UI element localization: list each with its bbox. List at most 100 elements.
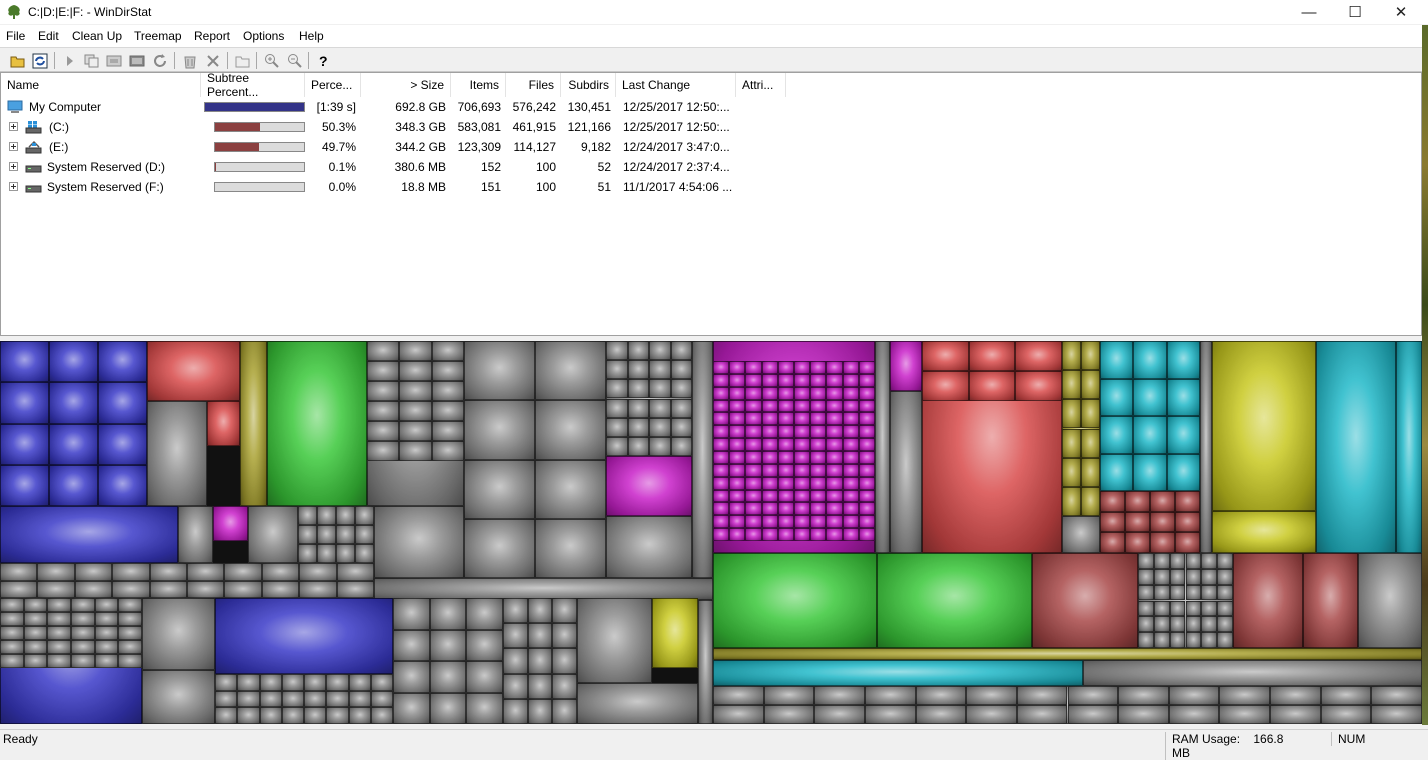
treemap-tile[interactable] bbox=[142, 598, 215, 670]
treemap-tile[interactable] bbox=[1201, 601, 1217, 617]
treemap-tile[interactable] bbox=[298, 544, 317, 563]
treemap-tile[interactable] bbox=[367, 361, 399, 381]
treemap-tile[interactable] bbox=[764, 686, 815, 705]
treemap-tile[interactable] bbox=[336, 544, 355, 563]
treemap-tile[interactable] bbox=[814, 686, 865, 705]
column-header-files[interactable]: Files bbox=[506, 73, 561, 97]
treemap-tile[interactable] bbox=[1217, 601, 1233, 617]
treemap-tile[interactable] bbox=[528, 674, 553, 699]
treemap-tile[interactable] bbox=[713, 400, 729, 413]
treemap-tile[interactable] bbox=[47, 626, 71, 640]
treemap-tile[interactable] bbox=[826, 400, 842, 413]
treemap-tile[interactable] bbox=[399, 341, 431, 361]
treemap-tile[interactable] bbox=[260, 674, 282, 691]
treemap-tile[interactable] bbox=[367, 341, 399, 361]
treemap-tile[interactable] bbox=[762, 438, 778, 451]
treemap-tile[interactable] bbox=[187, 581, 224, 599]
treemap-tile[interactable] bbox=[843, 464, 859, 477]
treemap-tile[interactable] bbox=[535, 460, 606, 519]
tree-row-drive-e[interactable]: (E:) 49.7% 344.2 GB 123,309 114,127 9,18… bbox=[1, 137, 1421, 157]
treemap-tile[interactable] bbox=[71, 612, 95, 626]
treemap-tile[interactable] bbox=[349, 674, 371, 691]
treemap-tile[interactable] bbox=[1212, 511, 1316, 553]
treemap-tile[interactable] bbox=[1217, 569, 1233, 585]
treemap-tile[interactable] bbox=[464, 460, 535, 519]
treemap-tile[interactable] bbox=[1125, 512, 1150, 533]
treemap-tile[interactable] bbox=[729, 477, 745, 490]
directory-list[interactable]: Name Subtree Percent... Perce... > Size … bbox=[0, 72, 1422, 336]
treemap-tile[interactable] bbox=[606, 399, 628, 418]
treemap-tile[interactable] bbox=[713, 528, 729, 541]
treemap-tile[interactable] bbox=[1175, 491, 1200, 512]
treemap-tile[interactable] bbox=[810, 464, 826, 477]
treemap-tile[interactable] bbox=[745, 515, 761, 528]
treemap-tile[interactable] bbox=[1321, 686, 1372, 705]
treemap-tile[interactable] bbox=[349, 707, 371, 724]
treemap-tile[interactable] bbox=[37, 563, 74, 581]
treemap-tile[interactable] bbox=[606, 516, 692, 578]
treemap-tile[interactable] bbox=[49, 465, 98, 506]
treemap-tile[interactable] bbox=[503, 674, 528, 699]
treemap-tile[interactable] bbox=[118, 626, 142, 640]
treemap-tile[interactable] bbox=[865, 705, 916, 724]
treemap-tile[interactable] bbox=[810, 361, 826, 374]
treemap-tile[interactable] bbox=[729, 464, 745, 477]
treemap-tile[interactable] bbox=[729, 387, 745, 400]
treemap-tile[interactable] bbox=[503, 648, 528, 673]
treemap-tile[interactable] bbox=[745, 464, 761, 477]
treemap-tile[interactable] bbox=[349, 691, 371, 708]
treemap-tile[interactable] bbox=[282, 691, 304, 708]
treemap-tile[interactable] bbox=[966, 686, 1017, 705]
treemap-tile[interactable] bbox=[859, 438, 875, 451]
treemap-tile[interactable] bbox=[1371, 705, 1422, 724]
treemap-tile[interactable] bbox=[374, 578, 713, 600]
treemap-tile[interactable] bbox=[810, 387, 826, 400]
treemap-tile[interactable] bbox=[47, 640, 71, 654]
treemap-tile[interactable] bbox=[1175, 512, 1200, 533]
treemap-tile[interactable] bbox=[112, 563, 149, 581]
treemap-tile[interactable] bbox=[215, 598, 393, 674]
treemap-tile[interactable] bbox=[843, 374, 859, 387]
treemap-tile[interactable] bbox=[49, 424, 98, 465]
treemap-tile[interactable] bbox=[875, 341, 890, 553]
treemap-tile[interactable] bbox=[713, 705, 764, 724]
treemap-tile[interactable] bbox=[1219, 705, 1270, 724]
treemap-tile[interactable] bbox=[810, 438, 826, 451]
treemap-tile[interactable] bbox=[503, 699, 528, 724]
help-button[interactable]: ? bbox=[313, 51, 332, 70]
close-button[interactable]: ✕ bbox=[1378, 0, 1424, 24]
treemap-tile[interactable] bbox=[267, 341, 367, 506]
treemap-tile[interactable] bbox=[778, 412, 794, 425]
menu-options[interactable]: Options bbox=[243, 29, 284, 43]
treemap-tile[interactable] bbox=[778, 515, 794, 528]
treemap-tile[interactable] bbox=[966, 705, 1017, 724]
treemap-tile[interactable] bbox=[336, 506, 355, 525]
treemap-tile[interactable] bbox=[317, 506, 336, 525]
treemap-tile[interactable] bbox=[1186, 585, 1202, 601]
treemap-tile[interactable] bbox=[1170, 632, 1186, 648]
explorer-button[interactable] bbox=[104, 51, 123, 70]
treemap-tile[interactable] bbox=[628, 360, 650, 379]
column-header-name[interactable]: Name bbox=[1, 73, 201, 97]
treemap-tile[interactable] bbox=[843, 502, 859, 515]
treemap-tile[interactable] bbox=[237, 691, 259, 708]
treemap-tile[interactable] bbox=[95, 640, 119, 654]
treemap-tile[interactable] bbox=[745, 477, 761, 490]
treemap-tile[interactable] bbox=[1186, 569, 1202, 585]
treemap-tile[interactable] bbox=[282, 707, 304, 724]
zoom-in-button[interactable] bbox=[262, 51, 281, 70]
treemap-tile[interactable] bbox=[745, 361, 761, 374]
treemap-tile[interactable] bbox=[147, 341, 240, 401]
treemap-tile[interactable] bbox=[1169, 686, 1220, 705]
treemap-tile[interactable] bbox=[1217, 585, 1233, 601]
treemap-tile[interactable] bbox=[713, 374, 729, 387]
treemap-tile[interactable] bbox=[826, 515, 842, 528]
treemap-tile[interactable] bbox=[859, 374, 875, 387]
treemap-tile[interactable] bbox=[1062, 516, 1100, 553]
treemap-tile[interactable] bbox=[112, 581, 149, 599]
treemap-tile[interactable] bbox=[262, 581, 299, 599]
treemap-tile[interactable] bbox=[432, 401, 464, 421]
treemap-tile[interactable] bbox=[1175, 532, 1200, 553]
treemap-tile[interactable] bbox=[606, 360, 628, 379]
treemap-tile[interactable] bbox=[118, 654, 142, 668]
